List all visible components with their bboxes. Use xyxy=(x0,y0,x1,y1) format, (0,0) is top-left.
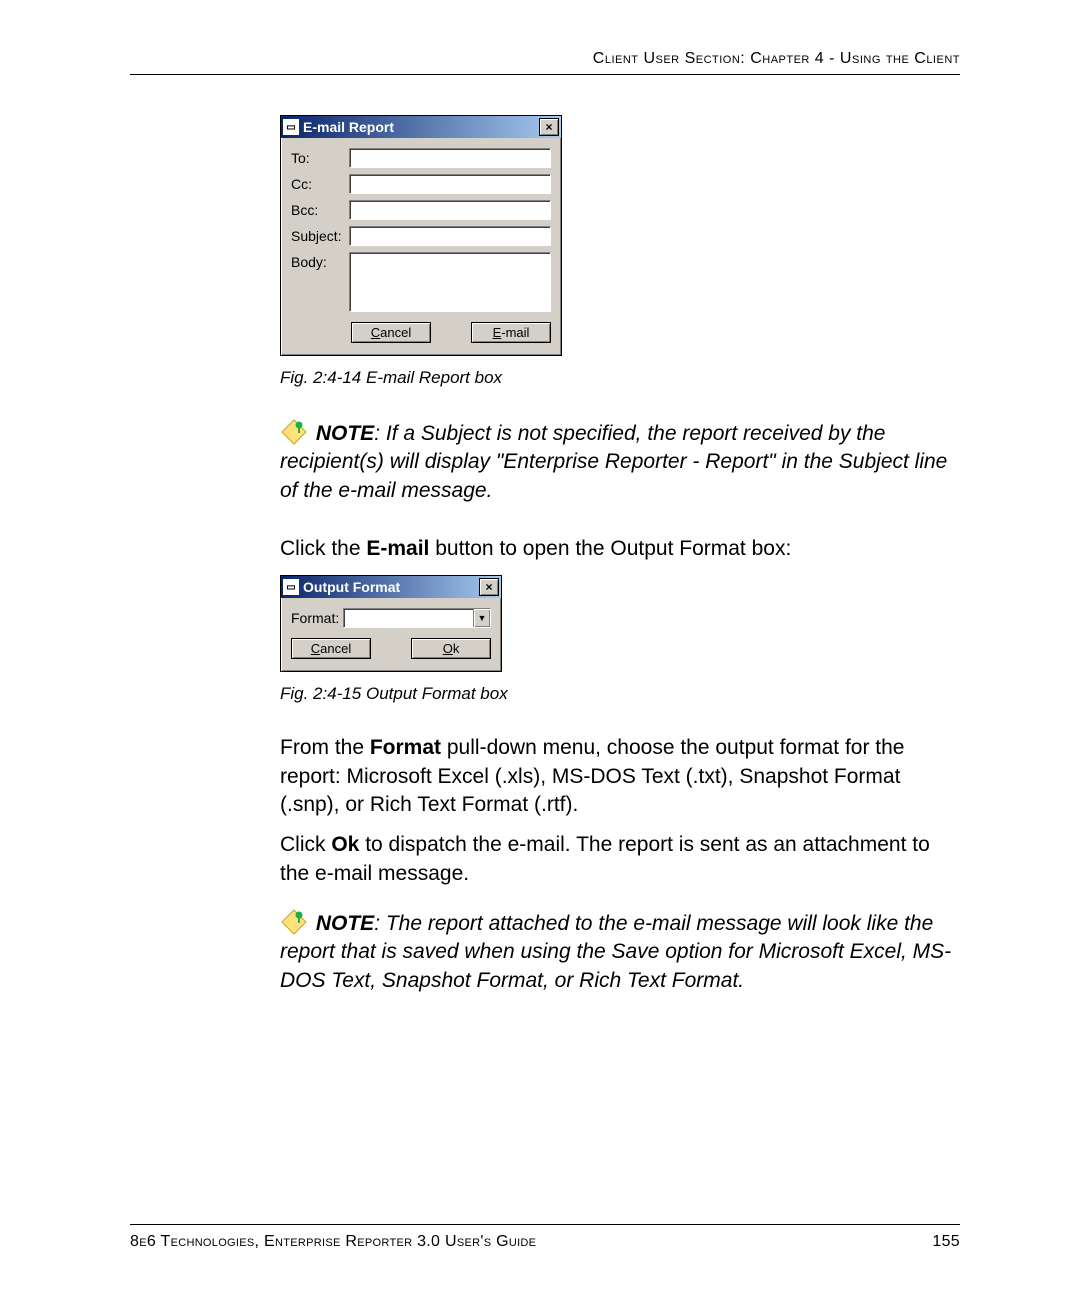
email-button[interactable]: E-mail xyxy=(471,322,551,343)
figure-caption-1: Fig. 2:4-14 E-mail Report box xyxy=(280,368,960,388)
dialog-titlebar: ▭ Output Format × xyxy=(281,576,501,598)
body-label: Body: xyxy=(291,252,349,270)
note-2: NOTE: The report attached to the e-mail … xyxy=(280,908,960,995)
cancel-button[interactable]: Cancel xyxy=(291,638,371,659)
note-icon xyxy=(280,418,308,446)
body-textarea[interactable] xyxy=(349,252,551,312)
footer-left: 8e6 Technologies, Enterprise Reporter 3.… xyxy=(130,1233,536,1251)
format-label: Format: xyxy=(291,608,343,626)
paragraph-1: Click the E-mail button to open the Outp… xyxy=(280,535,960,563)
cc-input[interactable] xyxy=(349,174,551,194)
subject-input[interactable] xyxy=(349,226,551,246)
bcc-label: Bcc: xyxy=(291,200,349,218)
note-text: : The report attached to the e-mail mess… xyxy=(280,912,951,992)
to-input[interactable] xyxy=(349,148,551,168)
to-label: To: xyxy=(291,148,349,166)
form-icon: ▭ xyxy=(283,119,299,135)
paragraph-2: From the Format pull-down menu, choose t… xyxy=(280,734,960,819)
dialog-title: E-mail Report xyxy=(303,119,539,135)
ok-button[interactable]: Ok xyxy=(411,638,491,659)
note-text: : If a Subject is not specified, the rep… xyxy=(280,422,947,502)
dialog-title: Output Format xyxy=(303,579,479,595)
format-dropdown[interactable]: ▼ xyxy=(343,608,491,628)
close-button[interactable]: × xyxy=(479,578,499,596)
note-1: NOTE: If a Subject is not specified, the… xyxy=(280,418,960,505)
dialog-titlebar: ▭ E-mail Report × xyxy=(281,116,561,138)
subject-label: Subject: xyxy=(291,226,349,244)
note-icon xyxy=(280,908,308,936)
figure-caption-2: Fig. 2:4-15 Output Format box xyxy=(280,684,960,704)
note-label: NOTE xyxy=(316,422,374,445)
note-label: NOTE xyxy=(316,912,374,935)
cancel-button[interactable]: Cancel xyxy=(351,322,431,343)
bcc-input[interactable] xyxy=(349,200,551,220)
chevron-down-icon: ▼ xyxy=(473,609,490,627)
close-button[interactable]: × xyxy=(539,118,559,136)
email-report-dialog: ▭ E-mail Report × To: Cc: Bcc: Sub xyxy=(280,115,562,356)
page-number: 155 xyxy=(932,1233,960,1251)
form-icon: ▭ xyxy=(283,579,299,595)
running-header: Client User Section: Chapter 4 - Using t… xyxy=(130,50,960,75)
output-format-dialog: ▭ Output Format × Format: ▼ Cancel Ok xyxy=(280,575,502,672)
cc-label: Cc: xyxy=(291,174,349,192)
paragraph-3: Click Ok to dispatch the e-mail. The rep… xyxy=(280,831,960,888)
